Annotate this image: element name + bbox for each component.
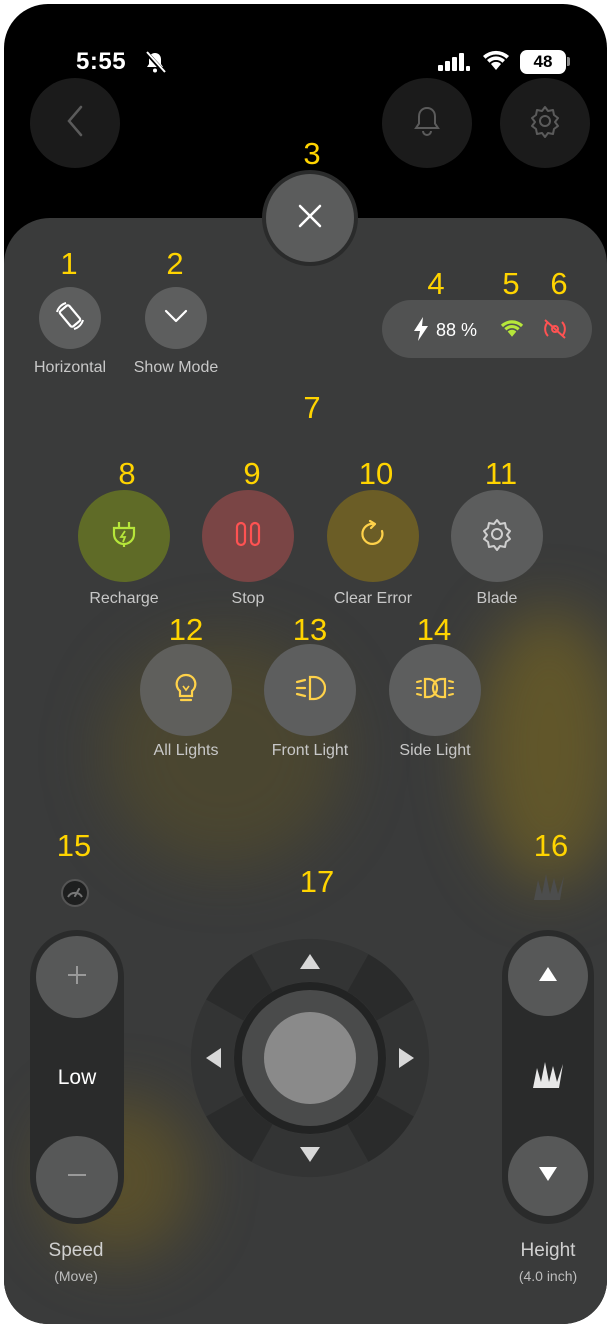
phone-screen: 5:55 48 1 2 3 4 5 6 7 8 9 10 11 12 13 14… — [4, 4, 607, 1324]
clear-error-button[interactable] — [327, 490, 419, 582]
stop-button[interactable] — [202, 490, 294, 582]
side-light-label: Side Light — [399, 742, 471, 759]
joystick-knob[interactable] — [264, 1012, 356, 1104]
annotation-12: 12 — [168, 612, 204, 647]
annotation-9: 9 — [243, 456, 261, 491]
grass-icon — [532, 872, 566, 907]
back-button[interactable] — [30, 78, 120, 168]
chevron-left-icon — [65, 104, 85, 143]
signal-off-icon — [542, 318, 568, 345]
cell-signal-icon — [438, 52, 470, 77]
horizontal-button[interactable] — [39, 287, 101, 349]
recharge-button[interactable] — [78, 490, 170, 582]
height-decrease-button[interactable] — [508, 1136, 588, 1216]
settings-button[interactable] — [500, 78, 590, 168]
plug-icon — [109, 519, 139, 554]
plus-icon — [65, 963, 89, 992]
bolt-icon — [412, 316, 430, 347]
annotation-7: 7 — [303, 390, 321, 425]
all-lights-label: All Lights — [153, 742, 219, 759]
wifi-icon — [500, 319, 524, 344]
bulb-icon — [171, 672, 201, 709]
direction-pad — [170, 918, 450, 1198]
speed-decrease-button[interactable] — [36, 1136, 118, 1218]
triangle-down-icon — [538, 1165, 558, 1188]
speed-value: Low — [57, 1066, 97, 1089]
minus-icon — [65, 1163, 89, 1192]
speed-increase-button[interactable] — [36, 936, 118, 1018]
blade-label: Blade — [476, 590, 518, 607]
speed-label: Speed — [48, 1240, 104, 1261]
annotation-3: 3 — [303, 136, 321, 171]
clear-error-label: Clear Error — [333, 590, 413, 607]
side-light-button[interactable] — [389, 644, 481, 736]
rotate-icon — [53, 299, 87, 338]
close-icon — [296, 202, 324, 235]
show-mode-button[interactable] — [145, 287, 207, 349]
recharge-label: Recharge — [89, 590, 159, 607]
notifications-button[interactable] — [382, 78, 472, 168]
bell-muted-icon — [144, 50, 166, 79]
side-light-icon — [415, 674, 455, 707]
status-time: 5:55 — [76, 48, 127, 75]
all-lights-button[interactable] — [140, 644, 232, 736]
annotation-8: 8 — [118, 456, 136, 491]
height-label: Height — [520, 1240, 576, 1261]
annotation-2: 2 — [166, 246, 184, 281]
speedometer-icon — [60, 878, 90, 913]
speed-control: Low — [30, 930, 124, 1224]
stop-label: Stop — [231, 590, 265, 607]
speed-sublabel: (Move) — [54, 1268, 98, 1284]
gear-icon — [528, 104, 562, 143]
annotation-17: 17 — [299, 864, 335, 899]
front-light-icon — [294, 674, 327, 707]
height-sublabel: (4.0 inch) — [518, 1268, 578, 1284]
battery-indicator: 48 — [520, 50, 566, 74]
battery-percent: 88 % — [436, 320, 478, 340]
height-increase-button[interactable] — [508, 936, 588, 1016]
height-control — [502, 930, 594, 1224]
annotation-13: 13 — [292, 612, 328, 647]
front-light-button[interactable] — [264, 644, 356, 736]
refresh-icon — [358, 519, 388, 554]
annotation-15: 15 — [56, 828, 92, 863]
annotation-4: 4 — [427, 266, 445, 301]
gear-icon — [480, 517, 514, 556]
wifi-status-icon — [482, 50, 510, 77]
annotation-6: 6 — [550, 266, 568, 301]
device-status-pill: 88 % — [382, 300, 592, 358]
pause-icon — [233, 519, 263, 554]
annotation-1: 1 — [60, 246, 78, 281]
horizontal-label: Horizontal — [33, 359, 107, 376]
annotation-11: 11 — [484, 456, 518, 491]
show-mode-label: Show Mode — [133, 359, 219, 376]
chevron-down-icon — [163, 308, 189, 329]
status-bar: 5:55 48 — [4, 4, 607, 75]
blade-button[interactable] — [451, 490, 543, 582]
battery-cap — [567, 57, 570, 66]
annotation-10: 10 — [358, 456, 394, 491]
front-light-label: Front Light — [271, 742, 349, 759]
close-button[interactable] — [266, 174, 354, 262]
triangle-up-icon — [538, 965, 558, 988]
grass-icon — [530, 1060, 566, 1095]
annotation-16: 16 — [533, 828, 569, 863]
bell-icon — [413, 105, 441, 142]
annotation-14: 14 — [416, 612, 452, 647]
